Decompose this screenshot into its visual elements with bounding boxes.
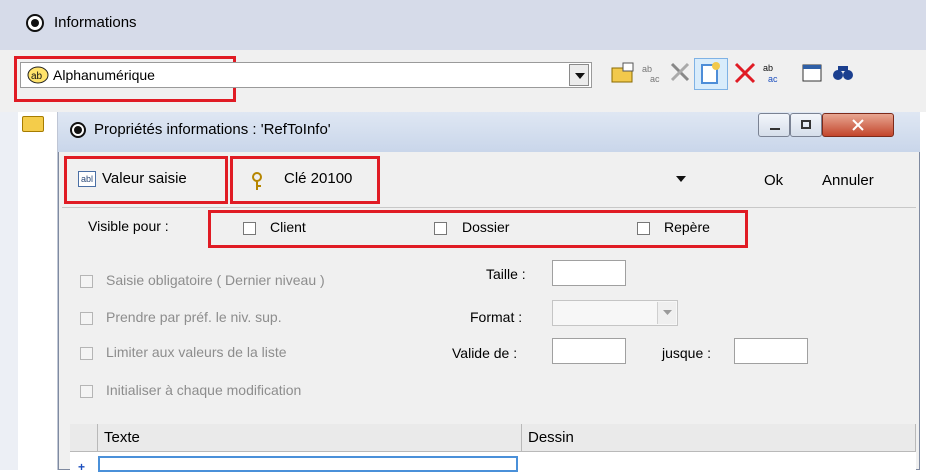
settings-tools-icon[interactable] [668,60,694,86]
format-label: Format : [470,309,523,325]
tree-panel [18,112,58,470]
value-button-label: Valeur saisie [102,170,187,187]
window-title: Informations [54,14,137,31]
valid-from-label: Valide de : [452,345,518,361]
repere-checkbox[interactable] [637,222,650,235]
abc-icon: ab [27,66,49,84]
delete-icon[interactable] [732,60,758,86]
type-select-value: Alphanumérique [53,67,155,83]
option-label: Initialiser à chaque modification [106,382,302,398]
replace-icon[interactable]: abac [760,60,786,86]
maximize-button[interactable] [790,113,822,137]
format-select-button[interactable] [657,302,676,324]
key-icon [252,172,262,190]
add-row-icon[interactable]: + [78,460,85,474]
option-checkbox[interactable] [80,347,93,360]
option-label: Prendre par préf. le niv. sup. [106,309,282,325]
option-label: Limiter aux valeurs de la liste [106,344,287,360]
left-strip [0,112,18,470]
dossier-label: Dossier [462,219,510,235]
new-item-icon[interactable] [698,60,724,86]
repere-label: Repère [664,219,710,235]
size-field[interactable] [552,260,626,286]
size-label: Taille : [486,266,526,282]
chevron-down-icon [663,310,672,315]
option-label: Saisie obligatoire ( Dernier niveau ) [106,272,325,288]
key-select[interactable]: Clé 20100 [236,162,656,198]
svg-text:ac: ac [768,74,778,84]
close-button[interactable] [822,113,894,137]
ok-button[interactable]: Ok [764,172,783,189]
dialog-title: Propriétés informations : 'RefToInfo' [94,121,331,138]
cancel-button[interactable]: Annuler [822,172,874,189]
option-checkbox[interactable] [80,312,93,325]
app-logo-icon [26,14,44,32]
spellcheck-icon[interactable]: abac [640,60,666,86]
valid-from-field[interactable] [552,338,626,364]
dossier-checkbox[interactable] [434,222,447,235]
maximize-icon [801,120,811,129]
until-label: jusque : [662,345,712,361]
chevron-down-icon [575,73,585,79]
chevron-down-icon[interactable] [676,176,686,182]
option-checkbox[interactable] [80,385,93,398]
key-select-value: Clé 20100 [284,170,353,187]
dialog-logo-icon [70,122,86,138]
format-select[interactable] [552,300,678,326]
svg-text:ac: ac [650,74,660,84]
value-button[interactable]: abl Valeur saisie [70,162,222,198]
svg-text:ab: ab [642,64,652,74]
client-label: Client [270,219,306,235]
folder-icon[interactable] [22,116,44,132]
svg-text:ab: ab [763,63,773,73]
column-label: Dessin [528,429,574,446]
column-header-text[interactable]: Texte [98,424,522,452]
close-icon [852,119,864,131]
properties-icon[interactable] [800,60,826,86]
client-checkbox[interactable] [243,222,256,235]
titlebar-content: Informations [0,0,926,50]
grid-corner [70,424,98,452]
type-select[interactable]: ab Alphanumérique [20,62,592,88]
minimize-icon [770,128,780,130]
svg-text:ab: ab [31,71,43,82]
minimize-button[interactable] [758,113,790,137]
text-field-icon: abl [78,171,96,187]
visible-for-label: Visible pour : [88,218,169,234]
find-icon[interactable] [830,60,856,86]
type-select-button[interactable] [569,64,589,86]
column-header-drawing[interactable]: Dessin [522,424,916,452]
until-field[interactable] [734,338,808,364]
option-checkbox[interactable] [80,275,93,288]
column-label: Texte [104,429,140,446]
new-folder-icon[interactable] [610,60,636,86]
